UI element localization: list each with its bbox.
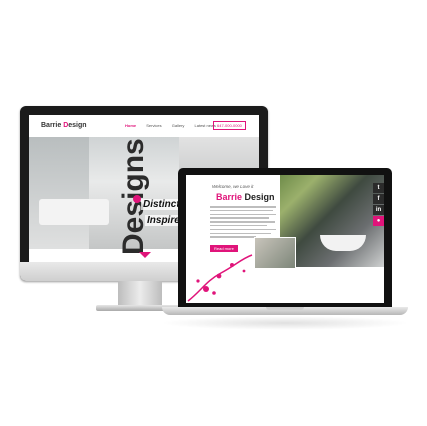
hero-sofa [39,199,109,225]
twitter-icon[interactable]: t [373,183,384,193]
social-links: t f in ● [373,183,384,227]
laptop-title-rest: Design [242,192,275,202]
paint-splash [133,195,141,203]
desktop-nav-links: Home Services Gallery Latest news [125,123,225,128]
intro-paragraph [210,206,276,240]
nav-gallery[interactable]: Gallery [172,123,185,128]
laptop-lid: Welcome, we Love it Barrie Design Read m… [178,168,392,307]
floral-decoration-icon [187,254,253,302]
laptop-shadow [160,316,410,330]
desktop-navbar: Barrie Design Home Services Gallery Late… [29,115,259,138]
facebook-icon[interactable]: f [373,194,384,204]
nav-home[interactable]: Home [125,123,136,128]
monitor-stand [118,281,162,307]
phone-button[interactable]: 647-000-0000 [213,121,246,130]
linkedin-icon[interactable]: in [373,205,384,215]
welcome-text: Welcome, we Love it [212,184,254,189]
dribbble-icon[interactable]: ● [373,216,384,226]
laptop-screen: Welcome, we Love it Barrie Design Read m… [186,175,384,303]
logo-rest: esign [68,122,87,129]
laptop-base [162,307,408,315]
laptop-title: Barrie Design [216,192,275,202]
scroll-down-arrow-icon[interactable] [139,252,151,258]
hero-photo-left [29,137,89,249]
laptop-title-brand: Barrie [216,192,243,202]
laptop-notch [266,307,304,310]
logo-brand: Barrie [41,122,62,129]
nav-services[interactable]: Services [146,123,161,128]
kitchen-thumbnail[interactable] [254,237,296,269]
desktop-logo[interactable]: Barrie Design [41,122,87,129]
